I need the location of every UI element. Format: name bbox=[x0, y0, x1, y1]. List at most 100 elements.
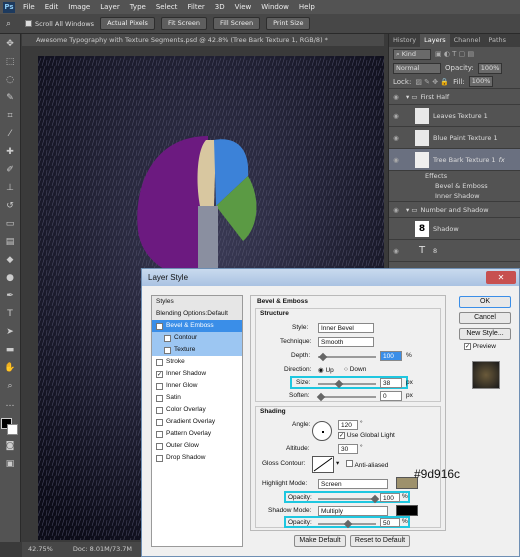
soften-input[interactable]: 0 bbox=[380, 391, 402, 401]
checkbox[interactable] bbox=[156, 406, 163, 414]
fill-screen-button[interactable]: Fill Screen bbox=[212, 17, 261, 30]
direction-up-radio[interactable]: ◉ Up bbox=[318, 366, 334, 374]
technique-select[interactable]: Smooth bbox=[318, 337, 374, 347]
shadow-color-swatch[interactable] bbox=[396, 505, 418, 516]
pen-tool-icon[interactable]: ✒ bbox=[3, 289, 18, 304]
styles-header[interactable]: Styles bbox=[152, 296, 242, 308]
fx-icon[interactable]: fx bbox=[499, 156, 505, 164]
highlight-mode-select[interactable]: Screen bbox=[318, 479, 388, 489]
fill-field[interactable]: 100% bbox=[468, 76, 493, 87]
preview-option[interactable]: ✓ Preview bbox=[464, 343, 496, 350]
screen-mode-icon[interactable]: ▣ bbox=[3, 457, 18, 472]
shape-tool-icon[interactable]: ▬ bbox=[3, 343, 18, 358]
angle-dial[interactable] bbox=[312, 421, 332, 441]
hand-tool-icon[interactable]: ✋ bbox=[3, 361, 18, 376]
style-satin[interactable]: Satin bbox=[152, 392, 242, 404]
size-input[interactable]: 38 bbox=[380, 378, 402, 388]
style-inner-glow[interactable]: Inner Glow bbox=[152, 380, 242, 392]
layer-leaves-texture[interactable]: ◉ Leaves Texture 1 bbox=[389, 105, 520, 127]
tab-paths[interactable]: Paths bbox=[484, 34, 510, 47]
checkbox[interactable] bbox=[346, 460, 353, 467]
quick-select-icon[interactable]: ✎ bbox=[3, 91, 18, 106]
document-tab[interactable]: Awesome Typography with Texture Segments… bbox=[22, 34, 384, 46]
style-texture[interactable]: Texture bbox=[152, 344, 242, 356]
tab-channel[interactable]: Channel bbox=[450, 34, 485, 47]
style-bevel-emboss[interactable]: ✓ Bevel & Emboss bbox=[152, 320, 242, 332]
contour-dropdown-icon[interactable]: ▾ bbox=[336, 459, 339, 467]
stamp-tool-icon[interactable]: ⊥ bbox=[3, 181, 18, 196]
checkbox[interactable] bbox=[156, 418, 163, 426]
scroll-all-option[interactable]: Scroll All Windows bbox=[25, 20, 94, 28]
marquee-tool-icon[interactable]: ⬚ bbox=[3, 55, 18, 70]
print-size-button[interactable]: Print Size bbox=[266, 17, 311, 30]
scroll-all-checkbox[interactable] bbox=[25, 20, 33, 27]
eye-icon[interactable]: ◉ bbox=[389, 156, 403, 164]
close-icon[interactable]: ✕ bbox=[486, 271, 516, 284]
checkbox[interactable] bbox=[156, 442, 163, 450]
eye-icon[interactable]: ◉ bbox=[389, 206, 403, 214]
reset-default-button[interactable]: Reset to Default bbox=[350, 535, 410, 547]
opacity-field[interactable]: 100% bbox=[477, 62, 502, 74]
menu-3d[interactable]: 3D bbox=[210, 3, 230, 11]
soften-slider[interactable] bbox=[318, 396, 376, 398]
checkbox[interactable] bbox=[164, 346, 171, 354]
effects-label[interactable]: Effects bbox=[389, 171, 520, 181]
direction-down-radio[interactable]: ○ Down bbox=[344, 366, 366, 373]
altitude-input[interactable]: 30 bbox=[338, 444, 358, 454]
tab-layers[interactable]: Layers bbox=[420, 34, 450, 47]
layer-blue-paint-texture[interactable]: ◉ Blue Paint Texture 1 bbox=[389, 127, 520, 149]
menu-view[interactable]: View bbox=[230, 3, 257, 11]
shadow-mode-select[interactable]: Multiply bbox=[318, 506, 388, 516]
blur-tool-icon[interactable]: ◆ bbox=[3, 253, 18, 268]
style-inner-shadow[interactable]: ✓ Inner Shadow bbox=[152, 368, 242, 380]
eye-icon[interactable]: ◉ bbox=[389, 93, 403, 101]
layer-group-first-half[interactable]: ◉ ▾ ▭ First Half bbox=[389, 89, 520, 105]
healing-brush-icon[interactable]: ✚ bbox=[3, 145, 18, 160]
depth-input[interactable]: 100 bbox=[380, 351, 402, 361]
more-tools-icon[interactable]: … bbox=[3, 397, 18, 412]
effect-inner-shadow[interactable]: Inner Shadow bbox=[389, 191, 520, 202]
actual-pixels-button[interactable]: Actual Pixels bbox=[100, 17, 155, 30]
checkbox[interactable]: ✓ bbox=[338, 432, 345, 439]
eyedropper-icon[interactable]: ⁄ bbox=[3, 127, 18, 142]
zoom-level[interactable]: 42.75% bbox=[28, 545, 53, 553]
checkbox[interactable]: ✓ bbox=[156, 322, 163, 330]
lasso-tool-icon[interactable]: ◌ bbox=[3, 73, 18, 88]
menu-layer[interactable]: Layer bbox=[95, 3, 125, 11]
style-stroke[interactable]: Stroke bbox=[152, 356, 242, 368]
layer-text-8[interactable]: ◉ T 8 bbox=[389, 240, 520, 262]
checkbox[interactable] bbox=[156, 454, 163, 462]
angle-input[interactable]: 120 bbox=[338, 420, 358, 430]
checkbox[interactable] bbox=[156, 382, 163, 390]
layer-group-number-shadow[interactable]: ◉ ▾ ▭ Number and Shadow bbox=[389, 202, 520, 218]
zoom-tool-icon-2[interactable]: ⌕ bbox=[3, 379, 18, 394]
style-pattern-overlay[interactable]: Pattern Overlay bbox=[152, 428, 242, 440]
menu-edit[interactable]: Edit bbox=[40, 3, 64, 11]
gloss-contour-picker[interactable] bbox=[312, 456, 334, 473]
kind-filter[interactable]: ⌕ Kind bbox=[393, 48, 431, 60]
eye-icon[interactable]: ◉ bbox=[389, 247, 403, 255]
fit-screen-button[interactable]: Fit Screen bbox=[160, 17, 207, 30]
style-contour[interactable]: Contour bbox=[152, 332, 242, 344]
menu-help[interactable]: Help bbox=[294, 3, 320, 11]
dodge-tool-icon[interactable]: ● bbox=[3, 271, 18, 286]
layer-shadow[interactable]: 8 Shadow bbox=[389, 218, 520, 240]
make-default-button[interactable]: Make Default bbox=[294, 535, 346, 547]
new-style-button[interactable]: New Style... bbox=[459, 328, 511, 340]
quick-mask-icon[interactable]: ◙ bbox=[3, 439, 18, 454]
move-tool-icon[interactable]: ✥ bbox=[3, 37, 18, 52]
gradient-tool-icon[interactable]: ▤ bbox=[3, 235, 18, 250]
color-swatches[interactable] bbox=[1, 418, 19, 436]
anti-aliased-option[interactable]: Anti-aliased bbox=[346, 460, 388, 469]
effect-bevel-emboss[interactable]: Bevel & Emboss bbox=[389, 181, 520, 191]
style-select[interactable]: Inner Bevel bbox=[318, 323, 374, 333]
background-color[interactable] bbox=[7, 424, 18, 435]
type-tool-icon[interactable]: T bbox=[3, 307, 18, 322]
checkbox[interactable] bbox=[156, 358, 163, 366]
highlight-opacity-slider[interactable] bbox=[318, 498, 376, 500]
style-drop-shadow[interactable]: Drop Shadow bbox=[152, 452, 242, 464]
eye-icon[interactable]: ◉ bbox=[389, 112, 403, 120]
style-color-overlay[interactable]: Color Overlay bbox=[152, 404, 242, 416]
global-light-option[interactable]: ✓ Use Global Light bbox=[338, 432, 395, 439]
layer-tree-bark-texture[interactable]: ◉ Tree Bark Texture 1 fx bbox=[389, 149, 520, 171]
